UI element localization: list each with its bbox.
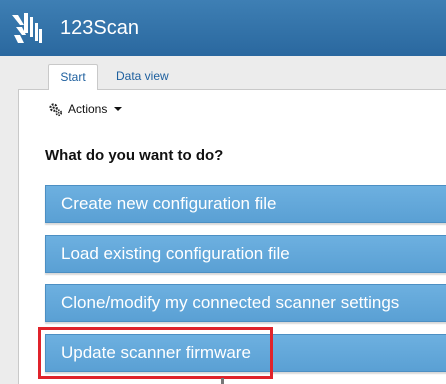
highlight-box [38, 327, 273, 379]
page-heading: What do you want to do? [45, 147, 224, 164]
actions-label: Actions [68, 102, 108, 116]
zebra-logo-icon [12, 13, 42, 43]
create-config-button[interactable]: Create new configuration file [45, 185, 446, 223]
title-bar: 123Scan [0, 0, 446, 56]
app-title: 123Scan [60, 17, 139, 39]
gears-icon [49, 102, 63, 116]
caret-down-icon [114, 107, 123, 111]
clone-modify-scanner-button[interactable]: Clone/modify my connected scanner settin… [45, 284, 446, 322]
scroll-edge-mark [221, 378, 224, 384]
tab-data-view[interactable]: Data view [106, 64, 179, 89]
tab-start[interactable]: Start [48, 64, 98, 90]
load-config-button[interactable]: Load existing configuration file [45, 235, 446, 273]
actions-menu[interactable]: Actions [48, 100, 123, 118]
